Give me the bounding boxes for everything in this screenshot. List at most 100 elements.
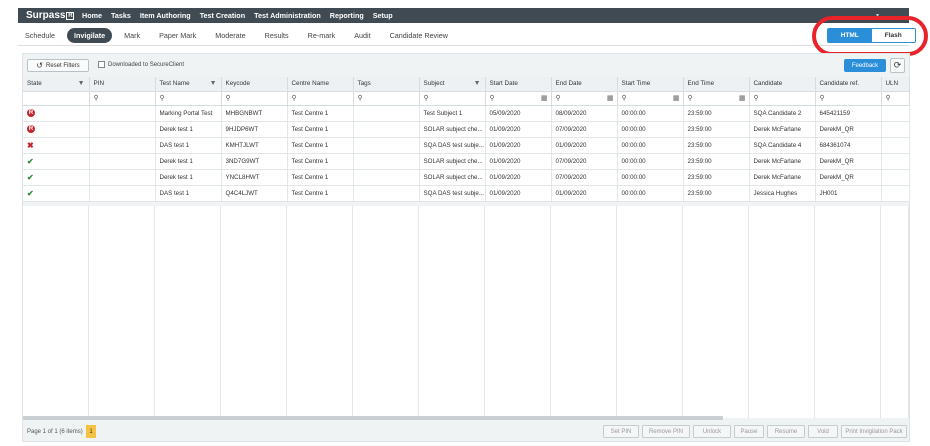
column-header-start-time[interactable]: Start Time <box>617 77 684 92</box>
filter-cell-candidate-ref[interactable]: ⚲ <box>815 91 882 106</box>
calendar-icon[interactable]: ▦ <box>607 94 614 102</box>
page-info: Page 1 of 1 (6 items) <box>27 429 83 435</box>
filter-cell-pin[interactable]: ⚲ <box>89 91 156 106</box>
column-header-centre-name[interactable]: Centre Name <box>287 77 354 92</box>
tab-schedule[interactable]: Schedule <box>18 28 62 43</box>
checkbox-box[interactable] <box>98 61 105 68</box>
cell-etime: 23:59:00 <box>683 169 750 186</box>
filter-cell-end-time[interactable]: ⚲ ▦ <box>683 91 750 106</box>
empty-column <box>287 206 353 418</box>
cell-test: DAS test 1 <box>155 137 222 154</box>
unlock-button[interactable]: Unlock <box>693 425 731 438</box>
table-row[interactable]: R Derek test 1 9HJDP6WT Test Centre 1 SOLAR … <box>23 121 910 138</box>
downloaded-to-secureclient-checkbox[interactable]: Downloaded to SecureClient <box>98 61 184 68</box>
cell-start: 01/09/2020 <box>485 185 552 202</box>
surpass-logo[interactable]: Surpass R <box>18 10 82 21</box>
horizontal-scrollbar[interactable] <box>23 416 723 420</box>
cell-pin <box>89 153 156 170</box>
top-nav-item-authoring[interactable]: Item Authoring <box>140 11 191 20</box>
filter-funnel-icon[interactable]: ▼ <box>78 80 85 87</box>
cell-start: 01/09/2020 <box>485 153 552 170</box>
invigilate-panel: ↺ Reset Filters Downloaded to SecureClien… <box>22 53 910 442</box>
filter-cell-start-time[interactable]: ⚲ ▦ <box>617 91 684 106</box>
print-invigilation-pack-button[interactable]: Print Invigilation Pack <box>841 425 907 438</box>
filter-cell-candidate[interactable]: ⚲ <box>749 91 816 106</box>
calendar-icon[interactable]: ▦ <box>739 94 746 102</box>
top-nav-reporting[interactable]: Reporting <box>330 11 364 20</box>
cell-test: Derek test 1 <box>155 153 222 170</box>
column-header-end-time[interactable]: End Time <box>683 77 750 92</box>
cell-pin <box>89 121 156 138</box>
set-pin-button[interactable]: Set PIN <box>603 425 639 438</box>
tab-audit[interactable]: Audit <box>347 28 377 43</box>
pause-button[interactable]: Pause <box>734 425 764 438</box>
filter-cell-centre-name[interactable]: ⚲ <box>287 91 354 106</box>
filter-cell-tags[interactable]: ⚲ <box>353 91 420 106</box>
filter-row: ⚲ ⚲ ⚲ ⚲ ⚲ ⚲ ⚲ ▦ ⚲ ▦ ⚲ ▦ ⚲ ▦ ⚲ ⚲ ⚲ <box>23 91 910 106</box>
void-button[interactable]: Void <box>808 425 838 438</box>
tab-moderate[interactable]: Moderate <box>208 28 252 43</box>
top-nav-setup[interactable]: Setup <box>373 11 393 20</box>
cell-uln <box>881 185 910 202</box>
remove-pin-button[interactable]: Remove PIN <box>642 425 690 438</box>
filter-cell-test-name[interactable]: ⚲ <box>155 91 222 106</box>
column-header-state[interactable]: State ▼ <box>23 77 90 92</box>
table-row[interactable]: ✔ Derek test 1 YNCL8HWT Test Centre 1 SOLAR … <box>23 169 910 186</box>
filter-funnel-icon[interactable]: ▼ <box>210 80 217 87</box>
filter-cell-state[interactable] <box>23 91 90 106</box>
column-header-subject[interactable]: Subject ▼ <box>419 77 486 92</box>
tab-invigilate[interactable]: Invigilate <box>66 28 113 43</box>
column-header-keycode[interactable]: Keycode <box>221 77 288 92</box>
filter-funnel-icon[interactable]: ▼ <box>474 80 481 87</box>
column-header-candidate-ref[interactable]: Candidate ref. <box>815 77 882 92</box>
cell-tags <box>353 169 420 186</box>
filter-cell-end-date[interactable]: ⚲ ▦ <box>551 91 618 106</box>
cell-stime: 00:00:00 <box>617 105 684 122</box>
table-row[interactable]: R Marking Portal Test MHBGNBWT Test Centre … <box>23 105 910 122</box>
column-label: Start Time <box>621 80 651 88</box>
column-label: Candidate <box>753 80 783 88</box>
top-nav-test-creation[interactable]: Test Creation <box>200 11 245 20</box>
cell-cand: SQA Candidate 4 <box>749 137 816 154</box>
tab-candidate-review[interactable]: Candidate Review <box>383 28 455 43</box>
cell-end: 01/09/2020 <box>551 137 618 154</box>
table-row[interactable]: ✔ Derek test 1 3ND7G9WT Test Centre 1 SOLAR … <box>23 153 910 170</box>
filter-cell-start-date[interactable]: ⚲ ▦ <box>485 91 552 106</box>
filter-cell-keycode[interactable]: ⚲ <box>221 91 288 106</box>
calendar-icon[interactable]: ▦ <box>673 94 680 102</box>
state-cell: ✔ <box>23 185 90 202</box>
calendar-icon[interactable]: ▦ <box>541 94 548 102</box>
reset-filters-button[interactable]: ↺ Reset Filters <box>27 59 89 72</box>
cell-ref: DerekM_QR <box>815 121 882 138</box>
refresh-icon[interactable]: ⟳ <box>890 58 905 73</box>
column-header-pin[interactable]: PIN <box>89 77 156 92</box>
table-row[interactable]: ✔ DAS test 1 Q4C4LJWT Test Centre 1 SQA DAS … <box>23 185 910 202</box>
column-header-start-date[interactable]: Start Date <box>485 77 552 92</box>
tab-paper-mark[interactable]: Paper Mark <box>152 28 203 43</box>
feedback-button[interactable]: Feedback <box>844 59 886 72</box>
logo-mark-icon: R <box>66 11 75 20</box>
ready-status-icon: R <box>27 109 35 117</box>
top-nav-tasks[interactable]: Tasks <box>111 11 131 20</box>
column-header-candidate[interactable]: Candidate <box>749 77 816 92</box>
resume-button[interactable]: Resume <box>767 425 805 438</box>
top-nav-test-administration[interactable]: Test Administration <box>254 11 321 20</box>
search-icon: ⚲ <box>291 95 297 102</box>
page-number-button[interactable]: 1 <box>86 425 96 438</box>
column-header-end-date[interactable]: End Date <box>551 77 618 92</box>
tab-mark[interactable]: Mark <box>117 28 147 43</box>
cell-tags <box>353 185 420 202</box>
complete-status-icon: ✔ <box>27 156 34 166</box>
search-icon: ⚲ <box>819 95 825 102</box>
tab-results[interactable]: Results <box>258 28 296 43</box>
filter-cell-uln[interactable]: ⚲ <box>881 91 910 106</box>
column-header-test-name[interactable]: Test Name ▼ <box>155 77 222 92</box>
table-row[interactable]: ✖ DAS test 1 KMHTJLWT Test Centre 1 SQA DAS … <box>23 137 910 154</box>
filter-cell-subject[interactable]: ⚲ <box>419 91 486 106</box>
column-header-tags[interactable]: Tags <box>353 77 420 92</box>
column-header-uln[interactable]: ULN <box>881 77 910 92</box>
cell-uln <box>881 153 910 170</box>
top-nav-home[interactable]: Home <box>82 11 102 20</box>
tab-re-mark[interactable]: Re-mark <box>301 28 343 43</box>
column-label: Keycode <box>225 80 251 88</box>
